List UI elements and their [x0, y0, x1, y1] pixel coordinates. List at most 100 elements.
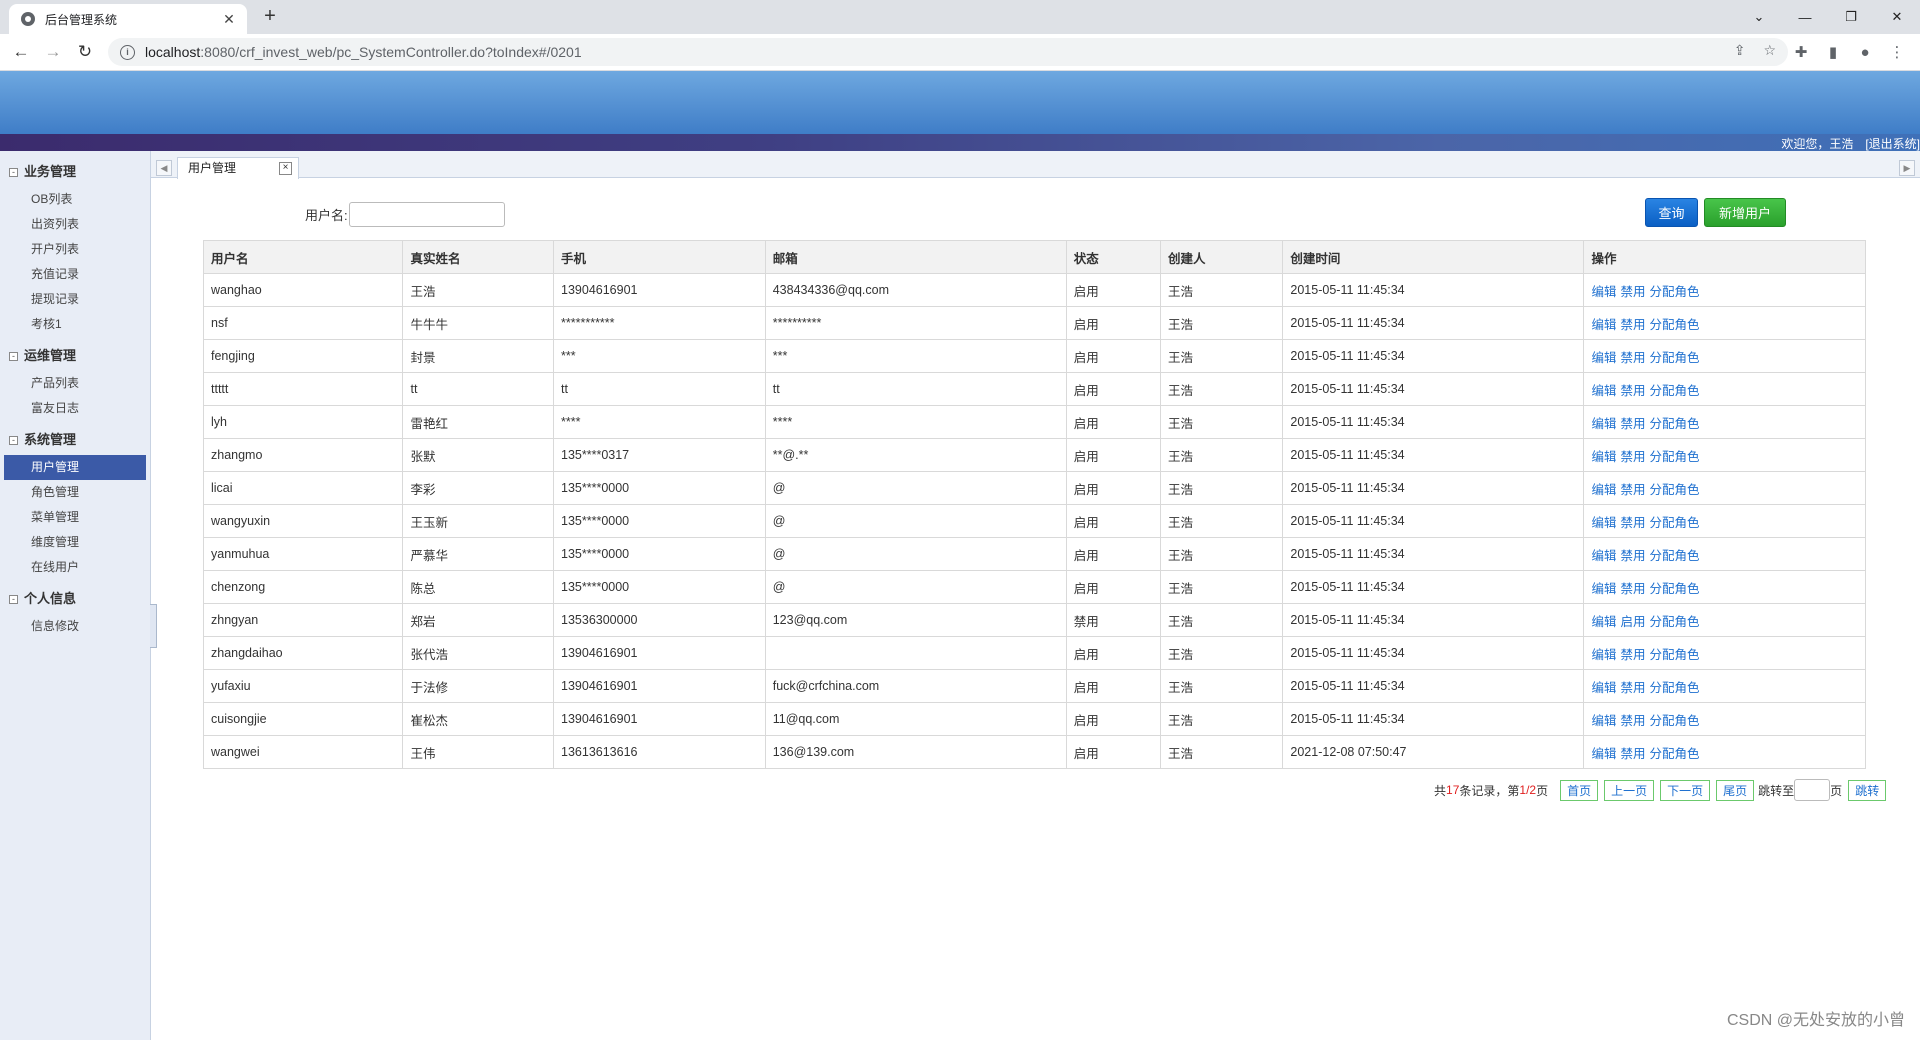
sidebar-item-online-users[interactable]: 在线用户 — [4, 555, 146, 580]
edit-link[interactable]: 编辑 — [1591, 747, 1616, 761]
sidebar-item-recharge[interactable]: 充值记录 — [4, 262, 146, 287]
toggle-status-link[interactable]: 禁用 — [1620, 318, 1645, 332]
minimize-icon[interactable]: — — [1782, 0, 1828, 34]
toggle-status-link[interactable]: 禁用 — [1620, 681, 1645, 695]
toggle-status-link[interactable]: 启用 — [1620, 615, 1645, 629]
query-button[interactable]: 查询 — [1645, 198, 1698, 227]
edit-link[interactable]: 编辑 — [1591, 483, 1616, 497]
edit-link[interactable]: 编辑 — [1591, 318, 1616, 332]
sidebar-item-menus[interactable]: 菜单管理 — [4, 505, 146, 530]
assign-role-link[interactable]: 分配角色 — [1650, 681, 1700, 695]
sidebar-item-products[interactable]: 产品列表 — [4, 371, 146, 396]
forward-icon[interactable]: → — [42, 41, 64, 63]
welcome-logout[interactable]: 欢迎您，王浩 [退出系统] — [1781, 135, 1920, 152]
edit-link[interactable]: 编辑 — [1591, 351, 1616, 365]
tab-user-management[interactable]: 用户管理 × — [177, 157, 299, 179]
site-info-icon[interactable]: i — [120, 44, 135, 60]
new-tab-icon[interactable]: + — [258, 5, 282, 28]
edit-link[interactable]: 编辑 — [1591, 516, 1616, 530]
sidebar-item-account-list[interactable]: 开户列表 — [4, 237, 146, 262]
sidebar-item-users[interactable]: 用户管理 — [4, 455, 146, 480]
cell-created-time: 2015-05-11 11:45:34 — [1282, 438, 1585, 472]
next-page-button[interactable]: 下一页 — [1660, 779, 1711, 801]
assign-role-link[interactable]: 分配角色 — [1650, 450, 1700, 464]
edit-link[interactable]: 编辑 — [1591, 648, 1616, 662]
assign-role-link[interactable]: 分配角色 — [1650, 648, 1700, 662]
jump-page-input[interactable] — [1794, 779, 1831, 801]
tabs-scroll-left-icon[interactable]: ◀ — [156, 160, 172, 176]
share-icon[interactable]: ⇪ — [1734, 42, 1746, 59]
sidebar-item-edit-info[interactable]: 信息修改 — [4, 614, 146, 639]
toggle-status-link[interactable]: 禁用 — [1620, 582, 1645, 596]
close-icon[interactable]: × — [279, 162, 292, 175]
jump-button[interactable]: 跳转 — [1848, 779, 1887, 801]
sidebar-item-dimensions[interactable]: 维度管理 — [4, 530, 146, 555]
collapse-icon[interactable]: - — [9, 352, 18, 361]
close-tab-icon[interactable]: ✕ — [219, 11, 239, 28]
username-search-input[interactable] — [348, 202, 505, 227]
assign-role-link[interactable]: 分配角色 — [1650, 318, 1700, 332]
toggle-status-link[interactable]: 禁用 — [1620, 549, 1645, 563]
sidebar-group-system[interactable]: - 系统管理 — [0, 427, 150, 453]
sidebar-group-personal[interactable]: - 个人信息 — [0, 586, 150, 612]
edit-link[interactable]: 编辑 — [1591, 549, 1616, 563]
prev-page-button[interactable]: 上一页 — [1604, 779, 1655, 801]
sidebar-item-fuyou-log[interactable]: 富友日志 — [4, 396, 146, 421]
assign-role-link[interactable]: 分配角色 — [1650, 516, 1700, 530]
toggle-status-link[interactable]: 禁用 — [1620, 450, 1645, 464]
assign-role-link[interactable]: 分配角色 — [1650, 714, 1700, 728]
sidebar-item-roles[interactable]: 角色管理 — [4, 480, 146, 505]
back-icon[interactable]: ← — [10, 41, 32, 63]
first-page-button[interactable]: 首页 — [1560, 779, 1599, 801]
assign-role-link[interactable]: 分配角色 — [1650, 549, 1700, 563]
toggle-status-link[interactable]: 禁用 — [1620, 516, 1645, 530]
collapse-icon[interactable]: - — [9, 168, 18, 177]
assign-role-link[interactable]: 分配角色 — [1650, 747, 1700, 761]
last-page-button[interactable]: 尾页 — [1716, 779, 1755, 801]
collapse-icon[interactable]: - — [9, 595, 18, 604]
toggle-status-link[interactable]: 禁用 — [1620, 483, 1645, 497]
edit-link[interactable]: 编辑 — [1591, 714, 1616, 728]
assign-role-link[interactable]: 分配角色 — [1650, 615, 1700, 629]
sidebar-item-ob-list[interactable]: OB列表 — [4, 187, 146, 212]
assign-role-link[interactable]: 分配角色 — [1650, 417, 1700, 431]
restore-icon[interactable]: ❐ — [1828, 0, 1874, 34]
sidebar-item-assess[interactable]: 考核1 — [4, 312, 146, 337]
bookmark-star-icon[interactable]: ☆ — [1763, 42, 1776, 59]
toggle-status-link[interactable]: 禁用 — [1620, 351, 1645, 365]
toggle-status-link[interactable]: 禁用 — [1620, 714, 1645, 728]
edit-link[interactable]: 编辑 — [1591, 285, 1616, 299]
tabs-scroll-right-icon[interactable]: ▶ — [1899, 160, 1915, 176]
sidebar-group-business[interactable]: - 业务管理 — [0, 159, 150, 185]
toggle-status-link[interactable]: 禁用 — [1620, 417, 1645, 431]
menu-kebab-icon[interactable]: ⋮ — [1886, 41, 1908, 63]
edit-link[interactable]: 编辑 — [1591, 615, 1616, 629]
edit-link[interactable]: 编辑 — [1591, 582, 1616, 596]
sidebar-group-ops[interactable]: - 运维管理 — [0, 343, 150, 369]
assign-role-link[interactable]: 分配角色 — [1650, 384, 1700, 398]
assign-role-link[interactable]: 分配角色 — [1650, 351, 1700, 365]
sidebar-item-withdraw[interactable]: 提现记录 — [4, 287, 146, 312]
assign-role-link[interactable]: 分配角色 — [1650, 285, 1700, 299]
reload-icon[interactable]: ↻ — [74, 41, 96, 63]
edit-link[interactable]: 编辑 — [1591, 384, 1616, 398]
browser-tab[interactable]: 后台管理系统 ✕ — [9, 4, 247, 34]
toggle-status-link[interactable]: 禁用 — [1620, 285, 1645, 299]
side-panel-icon[interactable]: ▮ — [1822, 41, 1844, 63]
edit-link[interactable]: 编辑 — [1591, 417, 1616, 431]
sidebar-item-funding-list[interactable]: 出资列表 — [4, 212, 146, 237]
collapse-icon[interactable]: - — [9, 436, 18, 445]
assign-role-link[interactable]: 分配角色 — [1650, 582, 1700, 596]
add-user-button[interactable]: 新增用户 — [1704, 198, 1786, 227]
edit-link[interactable]: 编辑 — [1591, 450, 1616, 464]
toggle-status-link[interactable]: 禁用 — [1620, 747, 1645, 761]
profile-avatar-icon[interactable]: ● — [1854, 41, 1876, 63]
address-bar[interactable]: i localhost:8080/crf_invest_web/pc_Syste… — [108, 38, 1788, 66]
assign-role-link[interactable]: 分配角色 — [1650, 483, 1700, 497]
edit-link[interactable]: 编辑 — [1591, 681, 1616, 695]
extensions-icon[interactable]: ✚ — [1790, 41, 1812, 63]
toggle-status-link[interactable]: 禁用 — [1620, 648, 1645, 662]
close-window-icon[interactable]: ✕ — [1874, 0, 1920, 34]
tab-search-icon[interactable]: ⌄ — [1736, 0, 1782, 34]
toggle-status-link[interactable]: 禁用 — [1620, 384, 1645, 398]
